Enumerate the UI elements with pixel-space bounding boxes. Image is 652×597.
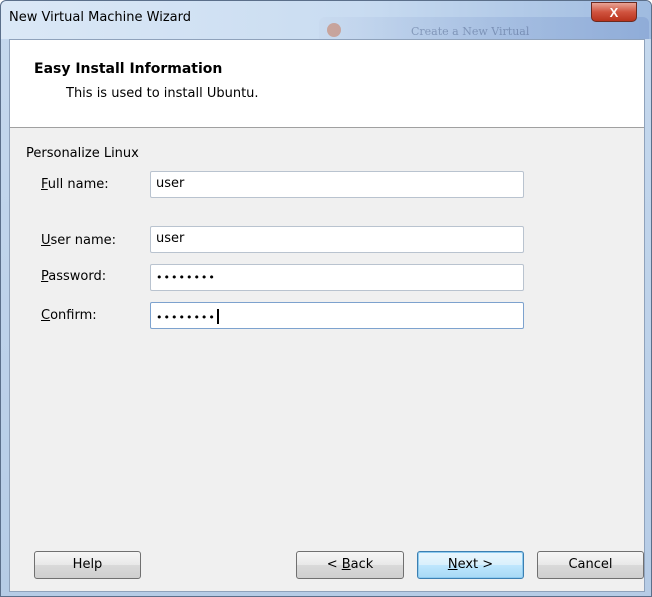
window-title: New Virtual Machine Wizard	[9, 10, 191, 25]
back-button-mnemonic: B	[341, 557, 351, 572]
next-button[interactable]: Next >	[417, 551, 524, 579]
password-value: ••••••••	[156, 271, 216, 284]
background-window-title: Create a New Virtual	[411, 25, 530, 38]
cancel-button-label: Cancel	[568, 557, 613, 572]
wizard-header: Easy Install Information This is used to…	[10, 40, 644, 128]
back-button-rest: ack	[350, 557, 374, 572]
wizard-window: Create a New Virtual New Virtual Machine…	[0, 0, 652, 597]
title-bar[interactable]: Create a New Virtual New Virtual Machine…	[1, 1, 651, 39]
user-name-mnemonic: U	[41, 233, 51, 248]
back-button-prefix: <	[326, 557, 342, 572]
close-button[interactable]: X	[591, 2, 637, 22]
close-icon: X	[609, 4, 619, 20]
full-name-label-text: ull name:	[47, 177, 109, 192]
confirm-mnemonic: C	[41, 308, 51, 323]
next-button-mnemonic: N	[447, 557, 458, 572]
full-name-value: user	[156, 176, 185, 191]
password-label-text: assword:	[48, 269, 107, 284]
confirm-value: ••••••••	[156, 311, 216, 324]
user-name-label-text: ser name:	[50, 233, 117, 248]
confirm-input[interactable]: ••••••••	[150, 302, 524, 329]
header-subtitle: This is used to install Ubuntu.	[66, 86, 259, 101]
confirm-label: Confirm:	[41, 308, 97, 323]
help-button[interactable]: Help	[34, 551, 141, 579]
user-name-value: user	[156, 231, 185, 246]
group-label-personalize: Personalize Linux	[26, 146, 139, 161]
confirm-label-text: onfirm:	[50, 308, 97, 323]
password-label: Password:	[41, 269, 106, 284]
full-name-mnemonic: F	[41, 177, 48, 192]
user-name-input[interactable]: user	[150, 226, 524, 253]
next-button-rest: ext >	[457, 557, 494, 572]
background-window-icon	[327, 23, 341, 37]
user-name-label: User name:	[41, 233, 116, 248]
cancel-button[interactable]: Cancel	[537, 551, 644, 579]
text-caret	[216, 309, 219, 324]
help-button-label: Help	[72, 557, 103, 572]
password-input[interactable]: ••••••••	[150, 264, 524, 291]
wizard-content: Easy Install Information This is used to…	[9, 39, 645, 592]
header-title: Easy Install Information	[34, 61, 223, 77]
full-name-label: Full name:	[41, 177, 109, 192]
full-name-input[interactable]: user	[150, 171, 524, 198]
back-button[interactable]: < Back	[296, 551, 404, 579]
